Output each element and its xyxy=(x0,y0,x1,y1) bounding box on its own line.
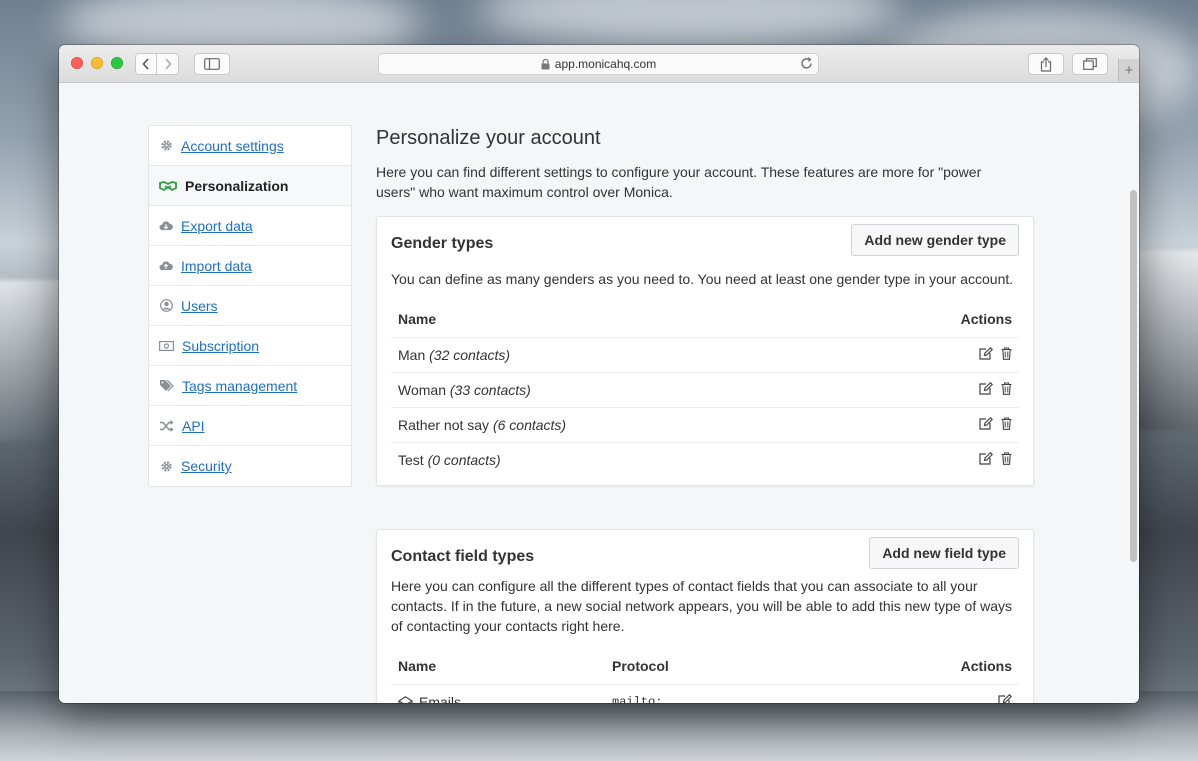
gender-contact-count: (6 contacts) xyxy=(492,417,567,433)
sidebar-icon xyxy=(204,58,220,70)
sidebar-item-label[interactable]: Subscription xyxy=(182,338,259,354)
gender-name: Man xyxy=(398,347,426,363)
money-icon xyxy=(159,339,174,353)
table-row: Emails mailto: xyxy=(391,684,1019,703)
sidebar-item-label[interactable]: Import data xyxy=(181,258,252,274)
column-header-name: Name xyxy=(398,311,437,327)
page-title: Personalize your account xyxy=(376,127,601,149)
column-header-actions: Actions xyxy=(960,311,1012,327)
tabs-overview-button[interactable] xyxy=(1072,53,1108,75)
sidebar-item-label[interactable]: Account settings xyxy=(181,138,284,154)
browser-window: app.monicahq.com + Account settings Pers… xyxy=(59,45,1139,703)
sidebar-item-label[interactable]: Users xyxy=(181,298,218,314)
field-type-protocol: mailto: xyxy=(605,684,821,703)
page-intro: Here you can find different settings to … xyxy=(376,164,982,200)
sidebar-item-label: Personalization xyxy=(185,177,289,194)
gender-contact-count: (33 contacts) xyxy=(449,382,531,398)
edit-icon[interactable] xyxy=(979,347,993,360)
cloud-download-icon xyxy=(159,219,173,233)
trash-icon[interactable] xyxy=(1001,452,1012,465)
gender-name: Test xyxy=(398,452,424,468)
sidebar-item-tags-management[interactable]: Tags management xyxy=(149,366,351,406)
sidebar-item-users[interactable]: Users xyxy=(149,286,351,326)
main-panel: Personalize your account Here you can fi… xyxy=(376,127,1036,703)
share-icon xyxy=(1040,56,1052,72)
gender-contact-count: (32 contacts) xyxy=(429,347,511,363)
contact-field-types-title: Contact field types xyxy=(391,548,535,565)
gender-types-description: You can define as many genders as you ne… xyxy=(391,271,1014,287)
new-tab-button[interactable]: + xyxy=(1118,59,1139,82)
contact-field-types-table: Name Protocol Actions Emails mailto: xyxy=(391,646,1019,703)
gender-types-card: Gender types Add new gender type You can… xyxy=(376,216,1034,486)
sidebar-item-label[interactable]: Export data xyxy=(181,218,253,234)
add-gender-type-button[interactable]: Add new gender type xyxy=(851,224,1019,256)
address-bar[interactable]: app.monicahq.com xyxy=(378,53,819,75)
forward-button[interactable] xyxy=(157,53,179,75)
reload-icon[interactable] xyxy=(800,57,813,70)
cloud-upload-icon xyxy=(159,259,173,273)
gender-types-title: Gender types xyxy=(391,235,494,252)
browser-toolbar: app.monicahq.com + xyxy=(59,45,1139,83)
edit-icon[interactable] xyxy=(998,693,1013,703)
sidebar-toggle-button[interactable] xyxy=(194,53,230,75)
contact-field-types-card: Contact field types Add new field type H… xyxy=(376,529,1034,703)
user-circle-icon xyxy=(159,299,173,313)
table-row: Test (0 contacts) xyxy=(391,442,1019,477)
sidebar-item-import-data[interactable]: Import data xyxy=(149,246,351,286)
lock-icon xyxy=(541,58,550,70)
sidebar-item-subscription[interactable]: Subscription xyxy=(149,326,351,366)
sidebar-item-personalization[interactable]: Personalization xyxy=(149,166,351,206)
share-button[interactable] xyxy=(1028,53,1064,75)
trash-icon[interactable] xyxy=(1001,347,1012,360)
sidebar-item-export-data[interactable]: Export data xyxy=(149,206,351,246)
add-field-type-button[interactable]: Add new field type xyxy=(869,537,1019,569)
gear-icon xyxy=(159,139,173,153)
random-icon xyxy=(159,419,174,433)
gender-name: Rather not say xyxy=(398,417,490,433)
trash-icon[interactable] xyxy=(1001,417,1012,430)
sidebar-item-security[interactable]: Security xyxy=(149,446,351,486)
minimize-window-button[interactable] xyxy=(91,57,103,69)
envelope-open-icon xyxy=(398,696,413,703)
sidebar-item-label[interactable]: Security xyxy=(181,458,232,474)
chevron-right-icon xyxy=(164,58,172,70)
back-button[interactable] xyxy=(135,53,157,75)
table-row: Man (32 contacts) xyxy=(391,337,1019,373)
tabs-icon xyxy=(1083,58,1097,70)
field-type-name: Emails xyxy=(419,694,462,703)
trash-icon[interactable] xyxy=(1001,382,1012,395)
edit-icon[interactable] xyxy=(979,417,993,430)
url-text: app.monicahq.com xyxy=(554,57,657,71)
sidebar-item-account-settings[interactable]: Account settings xyxy=(149,126,351,166)
sidebar-item-label[interactable]: API xyxy=(182,418,205,434)
column-header-actions: Actions xyxy=(960,658,1012,674)
gender-types-table: Name Actions Man (32 contacts) Woman (33… xyxy=(391,299,1019,477)
edit-icon[interactable] xyxy=(979,382,993,395)
plus-icon: + xyxy=(1124,62,1134,79)
table-row: Rather not say (6 contacts) xyxy=(391,407,1019,443)
gender-name: Woman xyxy=(398,382,446,398)
gear-icon xyxy=(159,459,173,473)
close-window-button[interactable] xyxy=(71,57,83,69)
background-cloud xyxy=(480,0,900,50)
edit-icon[interactable] xyxy=(979,452,993,465)
handshake-icon xyxy=(159,179,177,193)
sidebar-item-label[interactable]: Tags management xyxy=(182,378,297,394)
contact-field-types-description: Here you can configure all the different… xyxy=(391,578,1013,634)
settings-sidebar: Account settings Personalization Export … xyxy=(148,125,352,487)
gender-contact-count: (0 contacts) xyxy=(427,452,501,468)
page-content: Account settings Personalization Export … xyxy=(59,83,1139,703)
chevron-left-icon xyxy=(142,58,149,70)
column-header-protocol: Protocol xyxy=(612,658,669,674)
zoom-window-button[interactable] xyxy=(111,57,123,69)
scrollbar-thumb[interactable] xyxy=(1130,190,1137,562)
tags-icon xyxy=(159,379,174,393)
column-header-name: Name xyxy=(398,658,437,674)
sidebar-item-api[interactable]: API xyxy=(149,406,351,446)
table-row: Woman (33 contacts) xyxy=(391,372,1019,408)
